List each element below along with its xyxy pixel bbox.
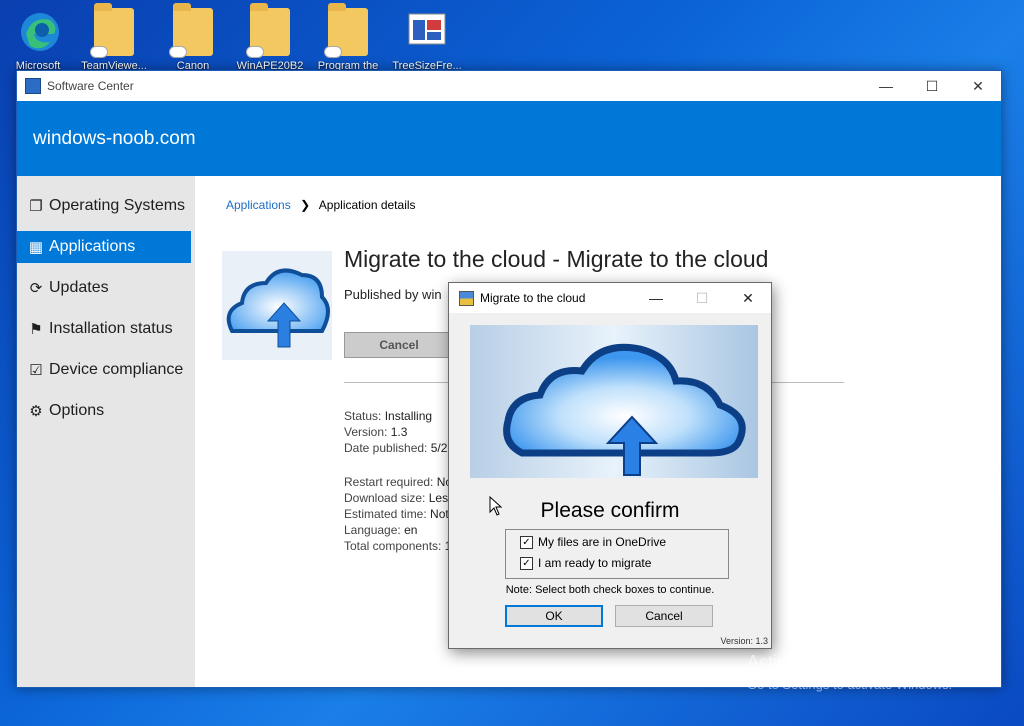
migrate-dialog: Migrate to the cloud — ☐ ✕ Please confir… bbox=[448, 282, 772, 649]
sidebar-item-label: Options bbox=[49, 402, 105, 419]
checkbox-checked-icon[interactable]: ✓ bbox=[520, 556, 533, 570]
org-name: windows-noob.com bbox=[33, 127, 196, 149]
sidebar-item-label: Device compliance bbox=[49, 361, 184, 378]
folder-icon bbox=[169, 3, 213, 58]
sidebar-item-updates[interactable]: ⟳ Updates bbox=[17, 272, 191, 304]
detail-download-size: Download size: Less bbox=[344, 491, 455, 505]
dialog-note: Note: Select both check boxes to continu… bbox=[505, 584, 715, 596]
checkbox-group: ✓ My files are in OneDrive ✓ I am ready … bbox=[505, 529, 729, 579]
dialog-title: Migrate to the cloud bbox=[480, 291, 586, 305]
folder-icon bbox=[90, 3, 134, 58]
gear-icon: ⚙ bbox=[29, 403, 43, 420]
sidebar-item-operating-systems[interactable]: ❐ Operating Systems bbox=[17, 190, 191, 222]
sidebar-item-label: Installation status bbox=[49, 320, 173, 337]
sidebar-item-label: Applications bbox=[49, 238, 136, 255]
checkbox-files-in-onedrive[interactable]: ✓ My files are in OneDrive bbox=[520, 535, 666, 549]
maximize-button[interactable]: ☐ bbox=[909, 71, 955, 101]
detail-date-published: Date published: 5/2 bbox=[344, 441, 448, 455]
dialog-banner-image bbox=[470, 325, 758, 478]
app-details: Status: Installing Version: 1.3 Date pub… bbox=[344, 408, 454, 554]
window-title: Software Center bbox=[47, 79, 134, 93]
operating-systems-icon: ❐ bbox=[29, 198, 43, 215]
desktop-icon-teamviewer[interactable]: TeamViewe... bbox=[76, 3, 152, 72]
app-thumbnail bbox=[222, 251, 332, 360]
flag-icon: ⚑ bbox=[29, 321, 43, 338]
checkbox-label: My files are in OneDrive bbox=[538, 535, 667, 549]
cancel-install-button[interactable]: Cancel bbox=[344, 332, 454, 358]
treesize-icon bbox=[407, 8, 447, 56]
breadcrumb-link-applications[interactable]: Applications bbox=[226, 198, 291, 212]
sidebar-item-device-compliance[interactable]: ☑ Device compliance bbox=[17, 354, 191, 386]
sidebar-item-applications[interactable]: ▦ Applications bbox=[17, 231, 191, 263]
sidebar-item-installation-status[interactable]: ⚑ Installation status bbox=[17, 313, 191, 345]
activation-watermark: Activate Windows Go to Settings to activ… bbox=[747, 652, 952, 692]
desktop-icon-treesize[interactable]: TreeSizeFre... bbox=[389, 4, 465, 72]
folder-icon bbox=[324, 3, 368, 58]
detail-total-components: Total components: 1 bbox=[344, 539, 451, 553]
desktop-icon-winape[interactable]: WinAPE20B2 bbox=[232, 3, 308, 72]
window-titlebar[interactable]: Software Center — ☐ ✕ bbox=[17, 71, 1001, 101]
breadcrumb-current: Application details bbox=[318, 198, 416, 212]
updates-icon: ⟳ bbox=[29, 280, 43, 297]
ok-button[interactable]: OK bbox=[505, 605, 603, 627]
org-banner: windows-noob.com bbox=[17, 101, 1001, 176]
detail-status: Status: Installing bbox=[344, 409, 433, 423]
detail-estimated-time: Estimated time: Not bbox=[344, 507, 449, 521]
desktop-icon-edge[interactable]: Microsoft bbox=[0, 4, 76, 72]
dialog-maximize-button: ☐ bbox=[695, 289, 709, 306]
sidebar: ❐ Operating Systems ▦ Applications ⟳ Upd… bbox=[17, 176, 195, 687]
dialog-titlebar[interactable]: Migrate to the cloud — ☐ ✕ bbox=[449, 283, 771, 313]
sidebar-item-label: Operating Systems bbox=[49, 197, 186, 214]
dialog-minimize-button[interactable]: — bbox=[633, 290, 679, 306]
software-center-icon bbox=[25, 78, 41, 94]
mouse-cursor-icon bbox=[489, 496, 503, 516]
close-button[interactable]: ✕ bbox=[955, 71, 1001, 101]
watermark-subtitle: Go to Settings to activate Windows. bbox=[747, 677, 953, 692]
sidebar-item-label: Updates bbox=[49, 279, 109, 296]
cloud-upload-icon bbox=[226, 268, 330, 348]
dialog-version: Version: 1.3 bbox=[720, 636, 768, 646]
folder-icon bbox=[246, 3, 290, 58]
checkbox-ready-to-migrate[interactable]: ✓ I am ready to migrate bbox=[520, 556, 651, 570]
desktop-icon-canon[interactable]: Canon bbox=[155, 3, 231, 72]
app-title: Migrate to the cloud - Migrate to the cl… bbox=[344, 246, 769, 272]
detail-version: Version: 1.3 bbox=[344, 425, 408, 439]
dialog-app-icon bbox=[459, 290, 474, 306]
detail-restart-required: Restart required: No bbox=[344, 475, 453, 489]
minimize-button[interactable]: — bbox=[863, 71, 909, 101]
checkbox-label: I am ready to migrate bbox=[538, 556, 652, 570]
app-publisher: Published by win bbox=[344, 287, 442, 302]
cloud-upload-icon bbox=[470, 325, 758, 478]
watermark-title: Activate Windows bbox=[747, 652, 890, 672]
compliance-icon: ☑ bbox=[29, 362, 43, 379]
applications-icon: ▦ bbox=[28, 239, 44, 256]
cancel-button[interactable]: Cancel bbox=[615, 605, 713, 627]
dialog-close-button[interactable]: ✕ bbox=[725, 290, 771, 307]
edge-icon bbox=[18, 8, 59, 56]
detail-language: Language: en bbox=[344, 523, 418, 537]
desktop-icon-program[interactable]: Program the bbox=[310, 3, 386, 72]
sidebar-item-options[interactable]: ⚙ Options bbox=[17, 395, 191, 427]
chevron-right-icon: ❯ bbox=[300, 198, 311, 212]
breadcrumb: Applications ❯ Application details bbox=[226, 198, 416, 212]
checkbox-checked-icon[interactable]: ✓ bbox=[520, 535, 533, 549]
